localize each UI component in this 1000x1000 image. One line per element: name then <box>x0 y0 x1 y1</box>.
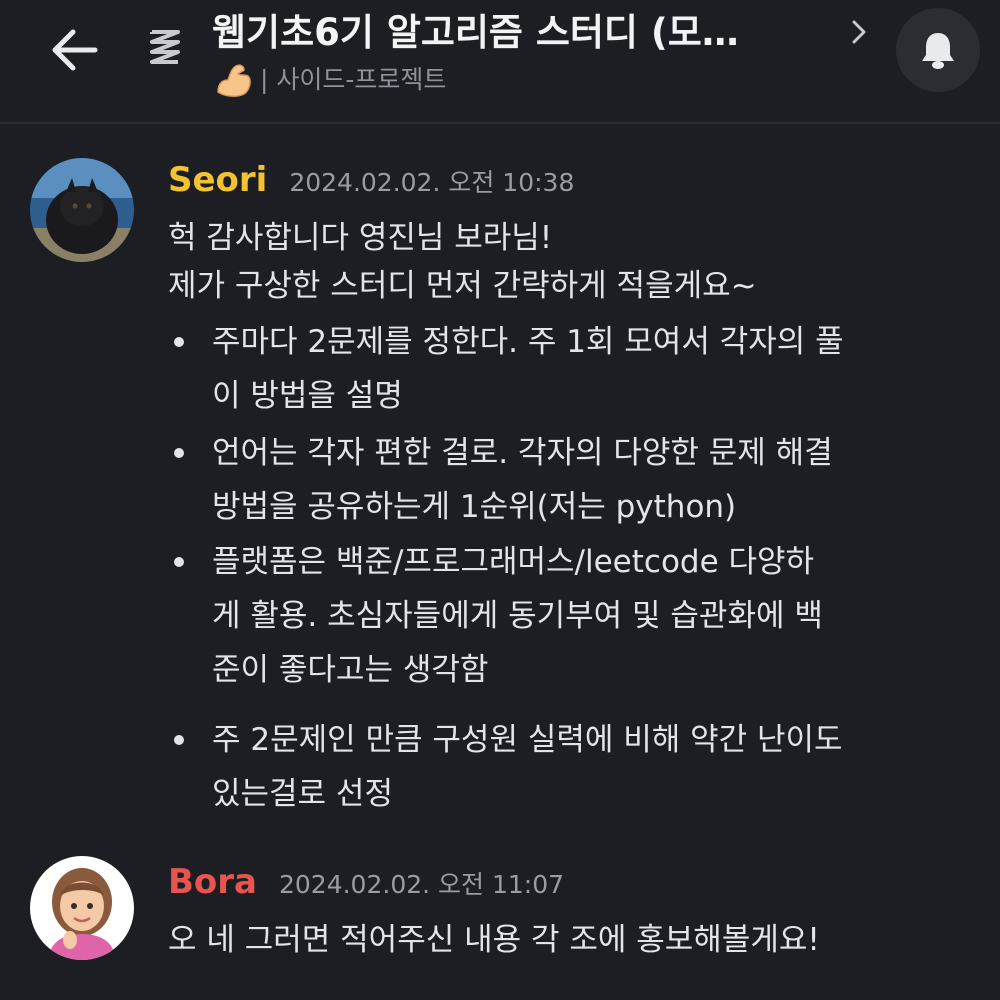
bullet-line: 플랫폼은 백준/프로그래머스/leetcode 다양하 <box>212 544 815 580</box>
avatar-bora[interactable] <box>30 856 134 960</box>
bullet-line: 주마다 2문제를 정한다. 주 1회 모여서 각자의 풀 <box>212 324 844 360</box>
bullet-point <box>174 337 184 347</box>
bullet-point <box>174 448 184 458</box>
back-button[interactable] <box>44 22 104 78</box>
message-line: 헉 감사합니다 영진님 보라님! <box>168 220 553 256</box>
thread-title[interactable]: 웹기초6기 알고리즘 스터디 (모… <box>212 6 832 60</box>
flexed-biceps-emoji <box>217 64 251 97</box>
arrow-left-icon <box>52 29 98 71</box>
message-timestamp: 2024.02.02. 오전 10:38 <box>289 168 575 197</box>
bullet-line: 준이 좋다고는 생각함 <box>212 652 489 688</box>
avatar-seori[interactable] <box>30 158 134 262</box>
notification-bell-button[interactable] <box>896 8 980 92</box>
bullet-line: 이 방법을 설명 <box>212 378 403 414</box>
bell-icon <box>922 33 954 69</box>
bullet-point <box>174 735 184 745</box>
author-name[interactable]: Bora <box>168 860 257 904</box>
chat-screen: 웹기초6기 알고리즘 스터디 (모… | 사이드-프로젝트 Seori 2024… <box>0 0 1000 1000</box>
chevron-right-icon <box>852 20 866 44</box>
subtitle-text: | 사이드-프로젝트 <box>260 65 447 94</box>
author-name[interactable]: Seori <box>168 158 267 202</box>
dog-avatar-image <box>30 158 134 262</box>
message-line: 제가 구상한 스터디 먼저 간략하게 적을게요~ <box>168 268 757 304</box>
thread-header: 웹기초6기 알고리즘 스터디 (모… | 사이드-프로젝트 <box>0 0 1000 124</box>
channel-subtitle[interactable]: | 사이드-프로젝트 <box>214 60 446 100</box>
bullet-line: 방법을 공유하는게 1순위(저는 python) <box>212 489 737 525</box>
bullet-line: 언어는 각자 편한 걸로. 각자의 다양한 문제 해결 <box>212 435 833 471</box>
memoji-avatar-image <box>30 856 134 960</box>
message-header: Seori 2024.02.02. 오전 10:38 <box>168 158 574 202</box>
bullet-line: 게 활용. 초심자들에게 동기부여 및 습관화에 백 <box>212 598 823 634</box>
message-timestamp: 2024.02.02. 오전 11:07 <box>278 870 565 899</box>
bullet-line: 있는걸로 선정 <box>212 776 393 812</box>
message-line: 오 네 그러면 적어주신 내용 각 조에 홍보해볼게요! <box>168 922 820 958</box>
bullet-line: 주 2문제인 만큼 구성원 실력에 비해 약간 난이도 <box>212 722 843 758</box>
bullet-point <box>174 557 184 567</box>
title-chevron-button[interactable] <box>846 14 872 50</box>
thread-icon <box>150 30 180 64</box>
message-header: Bora 2024.02.02. 오전 11:07 <box>168 860 564 904</box>
